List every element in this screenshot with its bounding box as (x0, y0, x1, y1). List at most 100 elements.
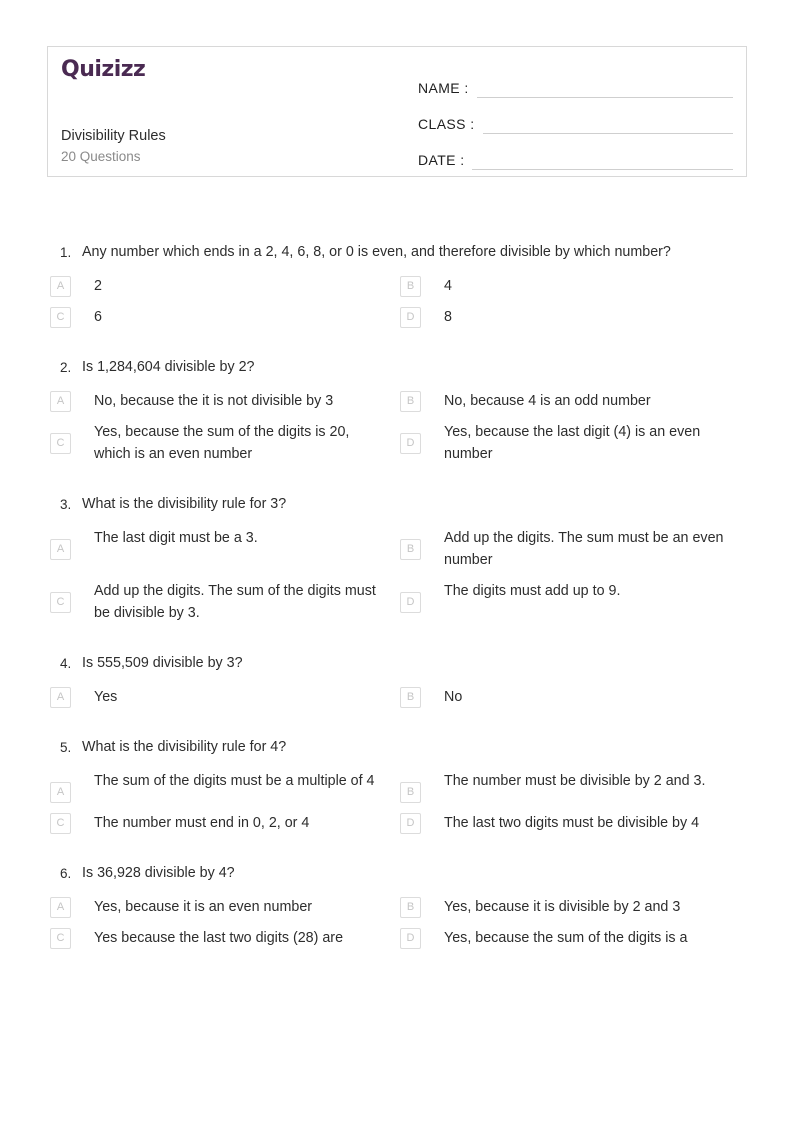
questions-list: 1. Any number which ends in a 2, 4, 6, 8… (47, 240, 747, 958)
option-row: A 2 B 4 (47, 275, 747, 297)
option-d[interactable]: D Yes, because the sum of the digits is … (397, 927, 747, 949)
option-text-b: No (444, 689, 463, 705)
name-field-input[interactable] (476, 77, 733, 98)
option-letter-a: A (50, 687, 71, 708)
option-letter-a: A (50, 782, 71, 803)
option-a[interactable]: A Yes, because it is an even number (47, 896, 397, 918)
option-letter-c: C (50, 307, 71, 328)
option-d[interactable]: D Yes, because the last digit (4) is an … (397, 421, 747, 465)
question-text: What is the divisibility rule for 3? (82, 496, 287, 512)
header-fields-section: NAME : CLASS : DATE : (418, 65, 733, 173)
option-row: C 6 D 8 (47, 306, 747, 328)
option-d[interactable]: D The digits must add up to 9. (397, 580, 747, 613)
question-text: Is 36,928 divisible by 4? (82, 865, 235, 881)
question-spacer (47, 337, 747, 355)
option-b[interactable]: B No, because 4 is an odd number (397, 390, 747, 412)
class-field-input[interactable] (482, 113, 733, 134)
option-c[interactable]: C 6 (47, 306, 397, 328)
option-c[interactable]: C The number must end in 0, 2, or 4 (47, 812, 397, 834)
question-spacer (47, 474, 747, 492)
question-options: A No, because the it is not divisible by… (47, 390, 747, 465)
name-field-row: NAME : (418, 65, 733, 98)
date-field-row: DATE : (418, 137, 733, 170)
option-b[interactable]: B The number must be divisible by 2 and … (397, 770, 747, 803)
question-row: 5. What is the divisibility rule for 4? (47, 735, 747, 758)
option-text-d: Yes, because the sum of the digits is a (444, 930, 688, 946)
option-row: C Yes because the last two digits (28) a… (47, 927, 747, 949)
option-letter-a: A (50, 391, 71, 412)
option-text-c: The number must end in 0, 2, or 4 (94, 815, 310, 831)
option-text-b: 4 (444, 278, 452, 294)
worksheet-page: Quizizz Divisibility Rules 20 Questions … (0, 0, 794, 1123)
option-d[interactable]: D The last two digits must be divisible … (397, 812, 747, 834)
option-row: C Yes, because the sum of the digits is … (47, 421, 747, 465)
option-c[interactable]: C Yes because the last two digits (28) a… (47, 927, 397, 949)
option-a[interactable]: A Yes (47, 686, 397, 708)
quiz-title: Divisibility Rules (61, 128, 166, 144)
question-number: 2. (60, 360, 72, 375)
option-c[interactable]: C Add up the digits. The sum of the digi… (47, 580, 397, 624)
quizizz-logo-text: Quizizz (61, 57, 146, 82)
option-text-d: The last two digits must be divisible by… (444, 815, 700, 831)
option-row: A The sum of the digits must be a multip… (47, 770, 747, 803)
option-b[interactable]: B 4 (397, 275, 747, 297)
option-letter-d: D (400, 813, 421, 834)
question-row: 1. Any number which ends in a 2, 4, 6, 8… (47, 240, 747, 263)
option-text-b: Yes, because it is divisible by 2 and 3 (444, 899, 681, 915)
option-d[interactable]: D 8 (397, 306, 747, 328)
option-b[interactable]: B No (397, 686, 747, 708)
quizizz-logo: Quizizz (61, 57, 146, 82)
option-text-b: No, because 4 is an odd number (444, 393, 651, 409)
question-row: 6. Is 36,928 divisible by 4? (47, 861, 747, 884)
question-block: 6. Is 36,928 divisible by 4? A Yes, beca… (47, 861, 747, 949)
question-options: A 2 B 4 C 6 D 8 (47, 275, 747, 328)
option-text-c: Yes, because the sum of the digits is 20… (94, 424, 350, 462)
question-number: 4. (60, 656, 72, 671)
option-letter-c: C (50, 592, 71, 613)
option-text-d: The digits must add up to 9. (444, 583, 621, 599)
question-block: 4. Is 555,509 divisible by 3? A Yes B No (47, 651, 747, 708)
question-options: A Yes B No (47, 686, 747, 708)
option-a[interactable]: A No, because the it is not divisible by… (47, 390, 397, 412)
option-text-c: Yes because the last two digits (28) are (94, 930, 344, 946)
option-letter-b: B (400, 391, 421, 412)
question-number: 3. (60, 497, 72, 512)
option-letter-c: C (50, 433, 71, 454)
question-text: Any number which ends in a 2, 4, 6, 8, o… (82, 244, 671, 260)
option-letter-d: D (400, 433, 421, 454)
option-row: A Yes, because it is an even number B Ye… (47, 896, 747, 918)
question-spacer (47, 633, 747, 651)
question-text: Is 1,284,604 divisible by 2? (82, 359, 255, 375)
option-text-a: Yes, because it is an even number (94, 899, 313, 915)
option-letter-d: D (400, 928, 421, 949)
class-field-row: CLASS : (418, 101, 733, 134)
question-text: What is the divisibility rule for 4? (82, 739, 287, 755)
option-letter-b: B (400, 539, 421, 560)
option-letter-a: A (50, 276, 71, 297)
option-letter-b: B (400, 782, 421, 803)
option-text-c: Add up the digits. The sum of the digits… (94, 583, 376, 621)
question-options: A Yes, because it is an even number B Ye… (47, 896, 747, 949)
option-text-c: 6 (94, 309, 102, 325)
option-text-a: No, because the it is not divisible by 3 (94, 393, 334, 409)
option-a[interactable]: A The last digit must be a 3. (47, 527, 397, 560)
option-text-a: The last digit must be a 3. (94, 530, 258, 546)
option-row: C Add up the digits. The sum of the digi… (47, 580, 747, 624)
class-field-label: CLASS : (418, 116, 475, 132)
option-b[interactable]: B Add up the digits. The sum must be an … (397, 527, 747, 571)
date-field-input[interactable] (472, 149, 733, 170)
worksheet-header-card: Quizizz Divisibility Rules 20 Questions … (47, 46, 747, 177)
option-text-b: The number must be divisible by 2 and 3. (444, 773, 706, 789)
option-row: A No, because the it is not divisible by… (47, 390, 747, 412)
option-c[interactable]: C Yes, because the sum of the digits is … (47, 421, 397, 465)
question-number: 6. (60, 866, 72, 881)
option-row: A Yes B No (47, 686, 747, 708)
option-text-a: Yes (94, 689, 118, 705)
question-row: 4. Is 555,509 divisible by 3? (47, 651, 747, 674)
option-letter-d: D (400, 592, 421, 613)
option-a[interactable]: A 2 (47, 275, 397, 297)
option-a[interactable]: A The sum of the digits must be a multip… (47, 770, 397, 803)
name-field-label: NAME : (418, 80, 469, 96)
option-b[interactable]: B Yes, because it is divisible by 2 and … (397, 896, 747, 918)
question-spacer (47, 843, 747, 861)
